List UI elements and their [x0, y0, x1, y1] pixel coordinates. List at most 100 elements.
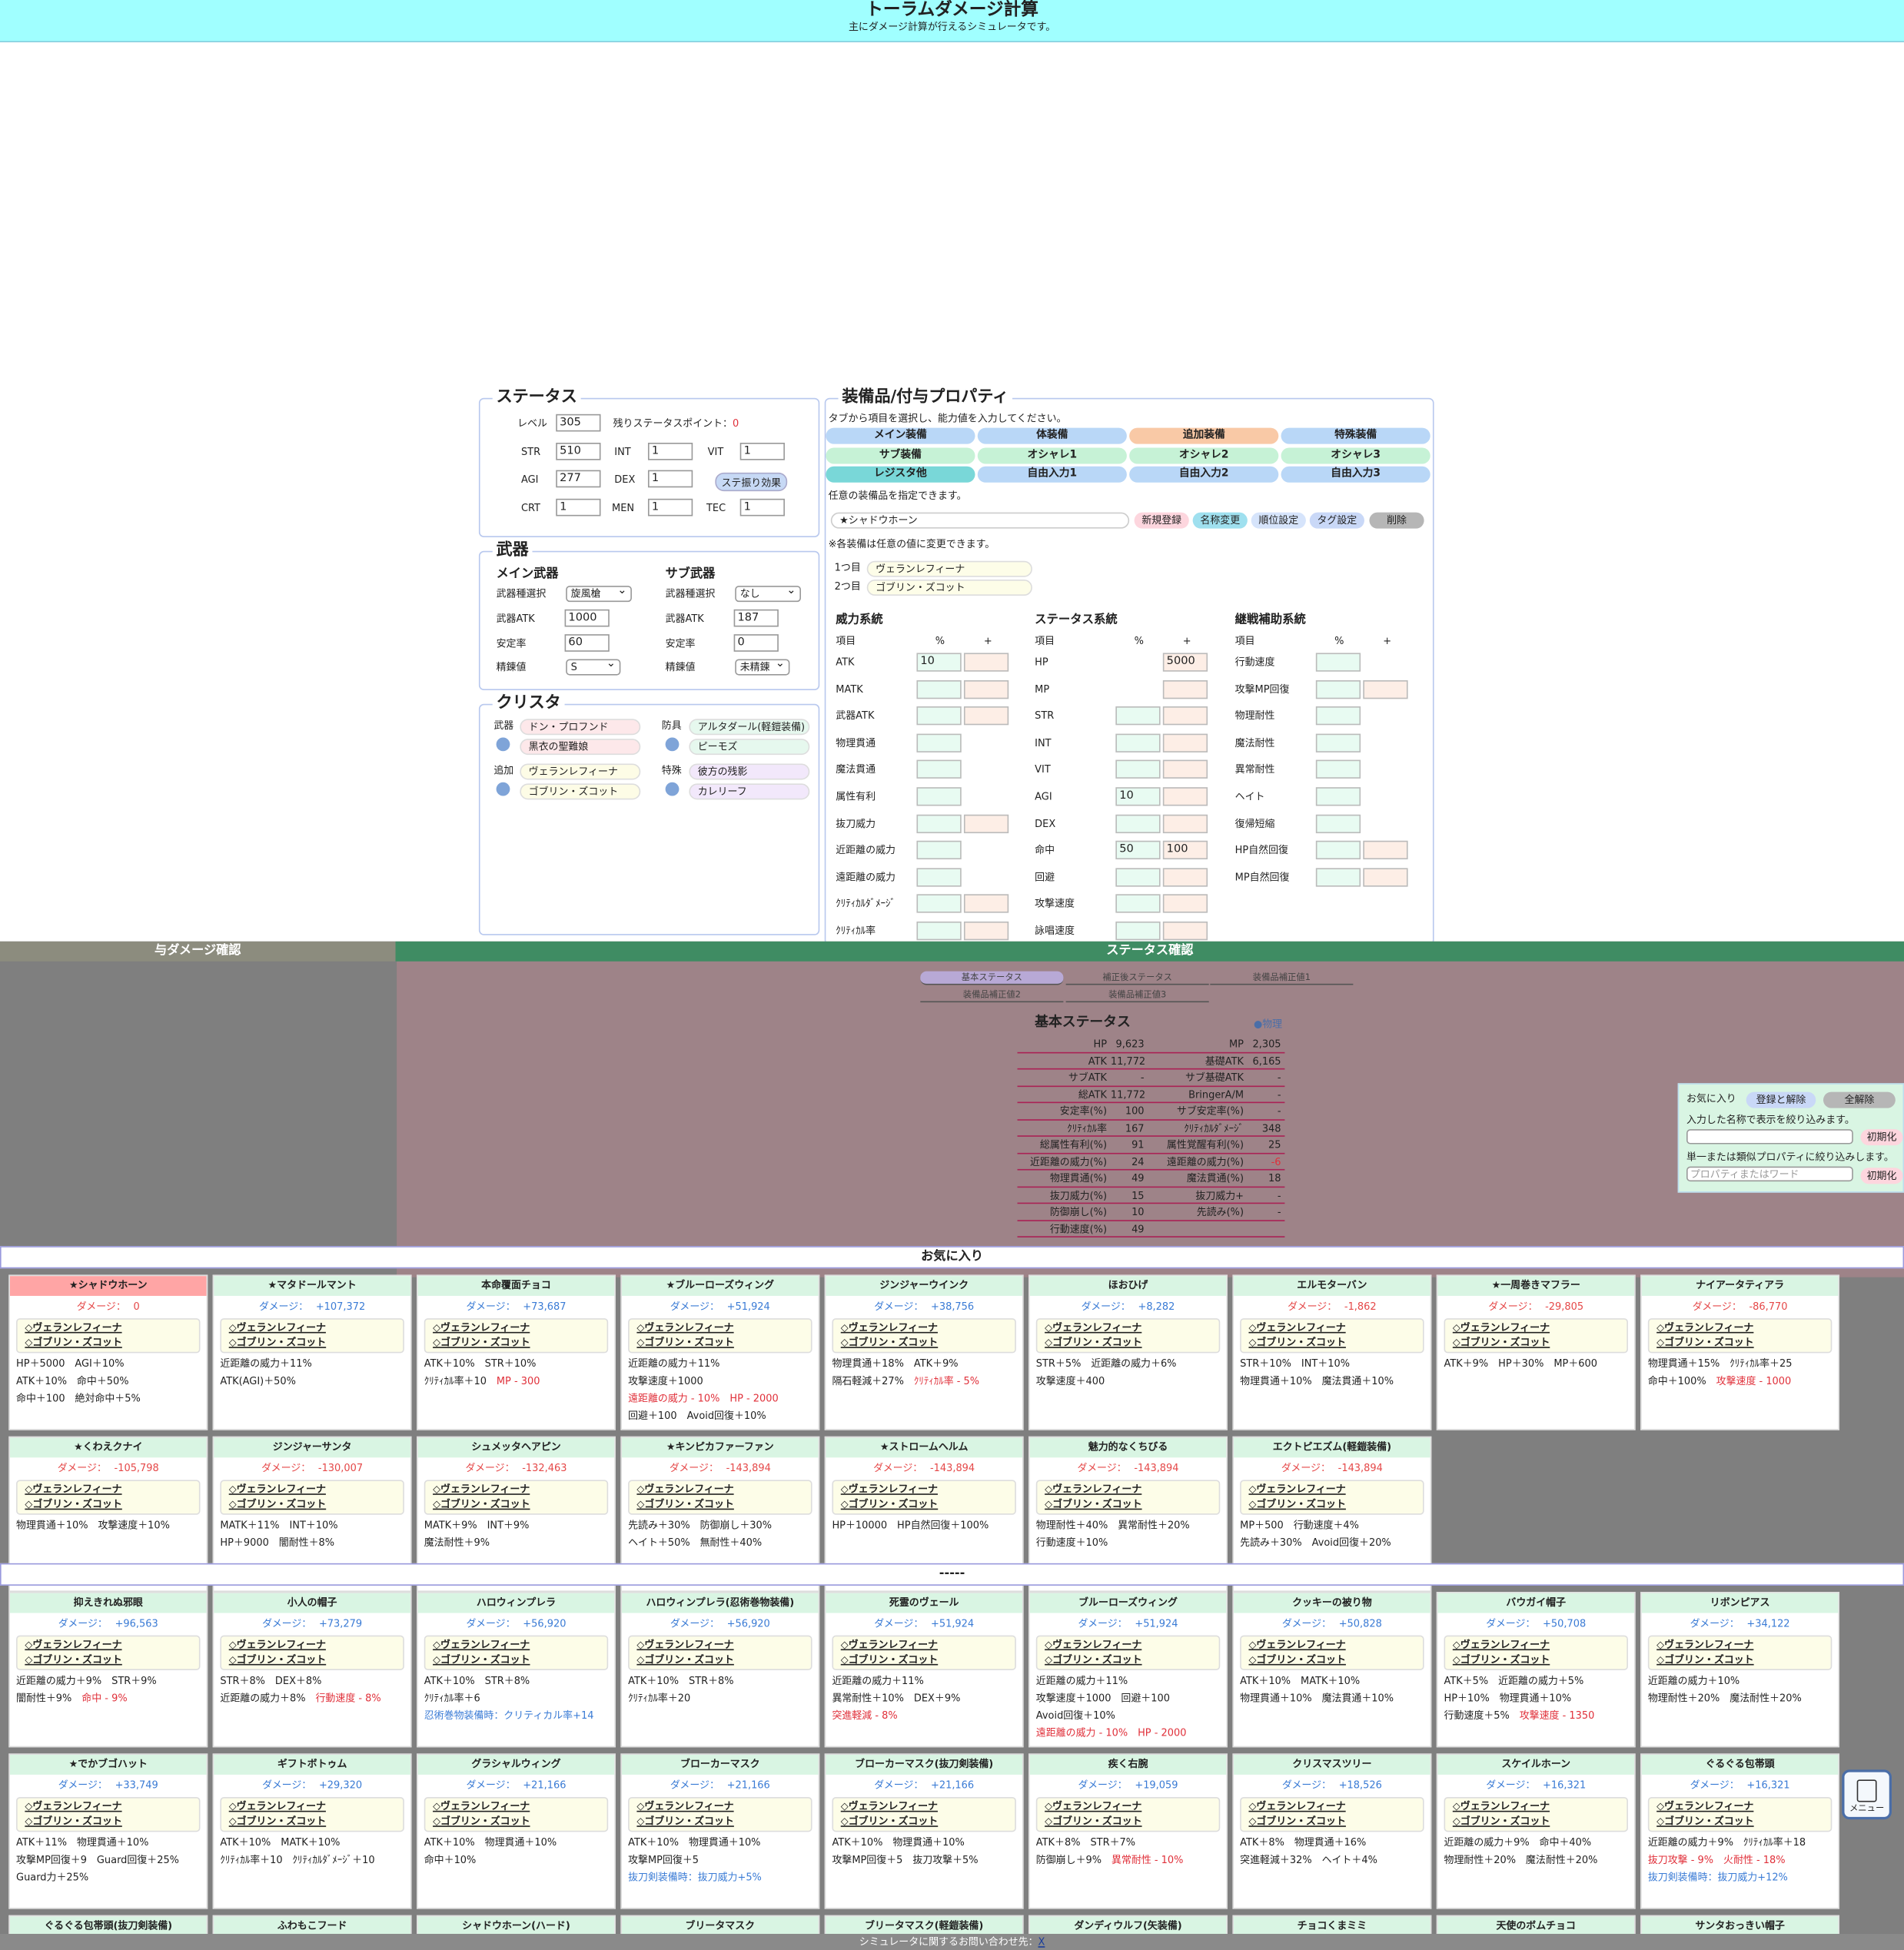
prop-pct-input[interactable] [916, 841, 962, 860]
crysta-toggle-icon[interactable] [496, 782, 510, 796]
equip-tab[interactable]: オシャレ3 [1281, 447, 1430, 463]
prop-pct-input[interactable] [916, 679, 962, 699]
men-input[interactable]: 1 [647, 498, 693, 517]
prop-plus-input[interactable] [963, 679, 1009, 699]
prop-plus-input[interactable] [963, 653, 1009, 672]
prop-pct-input[interactable] [1315, 706, 1361, 726]
equip-card[interactable]: ★マタドールマント ダメージ： +107,372 ◇ヴェランレフィーナ ◇ゴブリン・ズコ… [212, 1274, 412, 1430]
status-tab[interactable]: 装備品補正値2 [920, 988, 1064, 1003]
prop-plus-input[interactable] [1162, 679, 1208, 699]
prop-plus-input[interactable] [1162, 787, 1208, 806]
status-tab[interactable]: 装備品補正値3 [1065, 988, 1209, 1003]
prop-plus-input[interactable] [963, 921, 1009, 941]
equip-card[interactable]: ハロウィンプレラ(忍術巻物装備) ダメージ： +56,920 ◇ヴェランレフィーナ ◇ゴ… [620, 1592, 820, 1748]
prop-pct-input[interactable] [916, 706, 962, 726]
main-type-select[interactable]: 旋風槍 [566, 584, 632, 603]
equip-card[interactable]: ★ブルーローズウィング ダメージ： +51,924 ◇ヴェランレフィーナ ◇ゴブリン・ズ… [620, 1274, 820, 1430]
prop-plus-input[interactable] [1363, 868, 1408, 887]
crysta-weapon-1[interactable]: ドン・プロフンド [520, 719, 641, 736]
slot1-field[interactable]: ヴェランレフィーナ [866, 560, 1032, 577]
fav-prop-filter[interactable]: プロパティまたはワード [1686, 1166, 1853, 1182]
prop-pct-input[interactable] [916, 814, 962, 833]
prop-pct-input[interactable]: 50 [1115, 841, 1161, 860]
vit-input[interactable]: 1 [739, 443, 785, 460]
equip-card[interactable]: ハロウィンプレラ ダメージ： +56,920 ◇ヴェランレフィーナ ◇ゴブリン・ズコット… [417, 1592, 616, 1748]
crt-input[interactable]: 1 [556, 498, 601, 517]
crysta-sp-1[interactable]: 彼方の残影 [689, 763, 810, 780]
equip-card[interactable]: 小人の帽子 ダメージ： +73,279 ◇ヴェランレフィーナ ◇ゴブリン・ズコット STR… [212, 1592, 412, 1748]
equip-tab[interactable]: 自由入力2 [1129, 466, 1279, 483]
sub-stab-input[interactable]: 0 [733, 634, 779, 652]
fav-clear-all-button[interactable]: 全解除 [1823, 1091, 1896, 1108]
slot2-field[interactable]: ゴブリン・ズコット [866, 579, 1032, 596]
prop-pct-input[interactable] [1315, 679, 1361, 699]
prop-plus-input[interactable] [963, 814, 1009, 833]
equip-tab[interactable]: 自由入力1 [977, 466, 1127, 483]
menu-button[interactable]: メニュー [1842, 1769, 1892, 1820]
equip-card[interactable]: クッキーの被り物 ダメージ： +50,828 ◇ヴェランレフィーナ ◇ゴブリン・ズコット… [1232, 1592, 1432, 1748]
footer-link[interactable]: X [1038, 1936, 1045, 1948]
main-ref-select[interactable]: S [566, 658, 621, 676]
equip-tab[interactable]: 特殊装備 [1281, 427, 1430, 444]
crysta-armor-1[interactable]: アルタダール(軽鎧装備) [689, 719, 810, 736]
prop-pct-input[interactable] [916, 733, 962, 752]
prop-pct-input[interactable] [916, 760, 962, 779]
prop-plus-input[interactable] [963, 894, 1009, 914]
equip-card[interactable]: ブローカーマスク(抜刀剣装備) ダメージ： +21,166 ◇ヴェランレフィーナ ◇ゴブ… [824, 1753, 1024, 1909]
equip-card[interactable]: ぐるぐる包帯頭 ダメージ： +16,321 ◇ヴェランレフィーナ ◇ゴブリン・ズコット近… [1640, 1753, 1840, 1909]
prop-pct-input[interactable] [1315, 868, 1361, 887]
status-check-bar[interactable]: ステータス確認 [395, 941, 1904, 962]
fav-register-button[interactable]: 登録と解除 [1746, 1091, 1816, 1108]
stat-effect-button[interactable]: ステ振り効果 [715, 472, 788, 492]
crysta-add-1[interactable]: ヴェランレフィーナ [520, 763, 641, 780]
equip-card[interactable]: ★でかブゴハット ダメージ： +33,749 ◇ヴェランレフィーナ ◇ゴブリン・ズコット… [8, 1753, 208, 1909]
equip-card[interactable]: バウガイ帽子 ダメージ： +50,708 ◇ヴェランレフィーナ ◇ゴブリン・ズコット AT… [1436, 1592, 1636, 1748]
prop-plus-input[interactable] [963, 706, 1009, 726]
equip-card[interactable]: ほおひげ ダメージ： +8,282 ◇ヴェランレフィーナ ◇ゴブリン・ズコット STR＋5… [1028, 1274, 1228, 1430]
crysta-toggle-icon[interactable] [496, 737, 510, 752]
damage-check-bar[interactable]: 与ダメージ確認 [0, 941, 396, 962]
equip-card[interactable]: 抑えきれぬ邪眼 ダメージ： +96,563 ◇ヴェランレフィーナ ◇ゴブリン・ズコット近… [8, 1592, 208, 1748]
register-button[interactable]: 新規登録 [1134, 512, 1189, 529]
prop-pct-input[interactable] [1115, 706, 1161, 726]
sub-atk-input[interactable]: 187 [733, 609, 779, 627]
rename-button[interactable]: 名称変更 [1192, 512, 1248, 529]
fav-name-filter[interactable] [1686, 1129, 1853, 1144]
equip-card[interactable]: ★シャドウホーン ダメージ： 0 ◇ヴェランレフィーナ ◇ゴブリン・ズコット HP＋500… [8, 1274, 208, 1430]
equip-card[interactable]: エルモターバン ダメージ： -1,862 ◇ヴェランレフィーナ ◇ゴブリン・ズコット ST… [1232, 1274, 1432, 1430]
order-button[interactable]: 順位設定 [1251, 512, 1306, 529]
crysta-armor-2[interactable]: ピーモズ [689, 739, 810, 756]
prop-plus-input[interactable] [1162, 733, 1208, 752]
prop-plus-input[interactable]: 5000 [1162, 653, 1208, 672]
dex-input[interactable]: 1 [647, 470, 693, 488]
prop-pct-input[interactable] [1315, 787, 1361, 806]
prop-pct-input[interactable] [916, 921, 962, 941]
prop-plus-input[interactable] [1162, 706, 1208, 726]
crysta-add-2[interactable]: ゴブリン・ズコット [520, 783, 641, 800]
agi-input[interactable]: 277 [556, 470, 601, 488]
int-input[interactable]: 1 [647, 443, 693, 460]
prop-pct-input[interactable] [1315, 760, 1361, 779]
crysta-sp-2[interactable]: カレリーフ [689, 783, 810, 800]
prop-pct-input[interactable] [1315, 653, 1361, 672]
main-stab-input[interactable]: 60 [564, 634, 610, 652]
prop-pct-input[interactable] [916, 868, 962, 887]
equip-tab[interactable]: 追加装備 [1129, 427, 1279, 444]
str-input[interactable]: 510 [556, 443, 601, 460]
tec-input[interactable]: 1 [739, 498, 785, 517]
prop-pct-input[interactable] [1315, 814, 1361, 833]
main-atk-input[interactable]: 1000 [564, 609, 610, 627]
equip-card[interactable]: スケイルホーン ダメージ： +16,321 ◇ヴェランレフィーナ ◇ゴブリン・ズコット近… [1436, 1753, 1636, 1909]
prop-pct-input[interactable] [916, 787, 962, 806]
prop-pct-input[interactable]: 10 [916, 653, 962, 672]
status-tab[interactable]: 装備品補正値1 [1210, 972, 1354, 985]
prop-plus-input[interactable] [1162, 894, 1208, 914]
prop-plus-input[interactable] [1162, 814, 1208, 833]
equip-tab[interactable]: 体装備 [977, 427, 1127, 444]
crysta-weapon-2[interactable]: 黒衣の聖難娘 [520, 739, 641, 756]
equip-tab[interactable]: レジスタ他 [826, 466, 975, 483]
equip-tab[interactable]: サブ装備 [826, 447, 975, 463]
prop-plus-input[interactable] [1363, 841, 1408, 860]
prop-pct-input[interactable] [1115, 894, 1161, 914]
equip-card[interactable]: ブローカーマスク ダメージ： +21,166 ◇ヴェランレフィーナ ◇ゴブリン・ズコット… [620, 1753, 820, 1909]
